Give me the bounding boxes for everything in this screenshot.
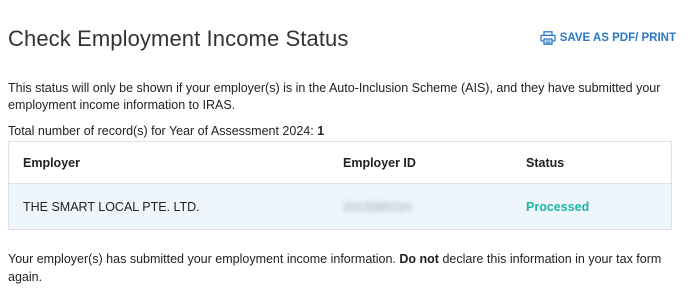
employer-id-cell: 201328021H — [343, 184, 526, 230]
page-title: Check Employment Income Status — [8, 26, 349, 51]
footer-note: Your employer(s) has submitted your empl… — [8, 250, 680, 286]
records-summary: Total number of record(s) for Year of As… — [8, 124, 324, 138]
printer-icon — [540, 31, 556, 45]
status-cell: Processed — [526, 184, 672, 230]
employer-id-value: 201328021H — [343, 199, 412, 214]
footer-emphasis: Do not — [399, 252, 439, 266]
intro-text: This status will only be shown if your e… — [8, 81, 661, 112]
save-button-label: SAVE AS PDF/ PRINT — [559, 32, 676, 44]
status-badge: Processed — [526, 199, 590, 214]
save-as-pdf-print-button[interactable]: SAVE AS PDF/ PRINT — [540, 31, 676, 45]
page-header: Check Employment Income Status SAVE AS P… — [8, 26, 676, 56]
header-employer: Employer — [8, 141, 343, 184]
table-header-row: Employer Employer ID Status — [8, 141, 672, 184]
footer-text-1: Your employer(s) has submitted your empl… — [8, 252, 396, 266]
header-employer-id: Employer ID — [343, 141, 526, 184]
table-row: THE SMART LOCAL PTE. LTD. 201328021H Pro… — [8, 183, 672, 230]
employment-status-table: Employer Employer ID Status THE SMART LO… — [8, 141, 672, 230]
records-count: 1 — [317, 124, 325, 138]
header-status: Status — [526, 141, 672, 184]
records-label: Total number of record(s) for Year of As… — [8, 124, 314, 138]
employer-cell: THE SMART LOCAL PTE. LTD. — [23, 199, 200, 214]
page: Check Employment Income Status SAVE AS P… — [0, 0, 690, 302]
